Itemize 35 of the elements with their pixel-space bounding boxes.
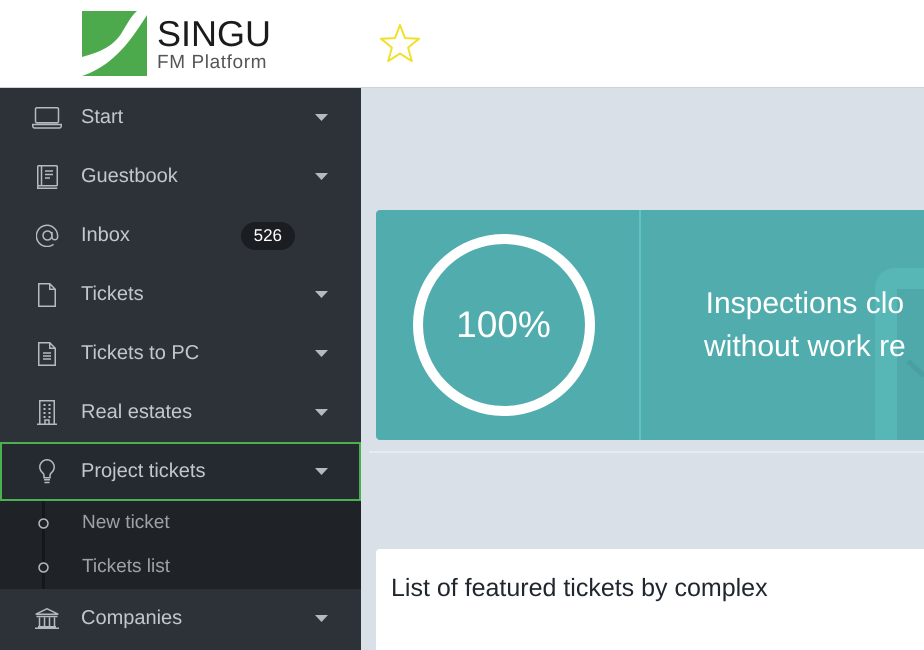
nav-item[interactable]: Tickets to PC — [0, 324, 361, 383]
document-lines-icon — [38, 342, 56, 366]
caret-icon — [315, 173, 328, 180]
nav-item[interactable]: Inbox 526 — [0, 206, 361, 265]
nav-item[interactable]: Project tickets — [0, 442, 361, 501]
caret-icon — [315, 114, 328, 121]
brand-name: SINGU — [157, 14, 272, 52]
book-icon — [36, 164, 58, 188]
circle-icon — [38, 562, 49, 572]
caret-icon — [315, 350, 328, 357]
document-icon — [38, 282, 56, 306]
count-badge: 526 — [240, 222, 295, 250]
submenu-item[interactable]: Tickets list — [0, 545, 361, 589]
at-sign-icon — [36, 224, 58, 247]
caret-icon — [315, 615, 328, 622]
nav-item[interactable]: Start — [0, 88, 361, 147]
card-title: List of featured tickets by complex — [391, 573, 768, 603]
lightbulb-icon — [39, 459, 55, 484]
star-icon[interactable] — [378, 23, 422, 64]
caret-icon — [315, 409, 328, 416]
laptop-icon — [32, 106, 62, 128]
progress-value: 100% — [456, 304, 551, 346]
nav-item[interactable]: Tickets — [0, 265, 361, 324]
circle-icon — [38, 518, 49, 528]
caret-icon — [315, 468, 328, 475]
logo-icon — [82, 11, 147, 76]
caret-icon — [315, 291, 328, 298]
bank-icon — [35, 608, 59, 629]
submenu-item[interactable]: New ticket — [0, 501, 361, 545]
nav-item[interactable]: Companies — [0, 589, 361, 648]
brand-tagline: FM Platform — [157, 52, 268, 72]
card-caption: Inspections clo without work re — [704, 286, 906, 365]
nav-item[interactable]: Guestbook — [0, 147, 361, 206]
building-icon — [37, 400, 57, 425]
nav-item[interactable]: Real estates — [0, 383, 361, 442]
